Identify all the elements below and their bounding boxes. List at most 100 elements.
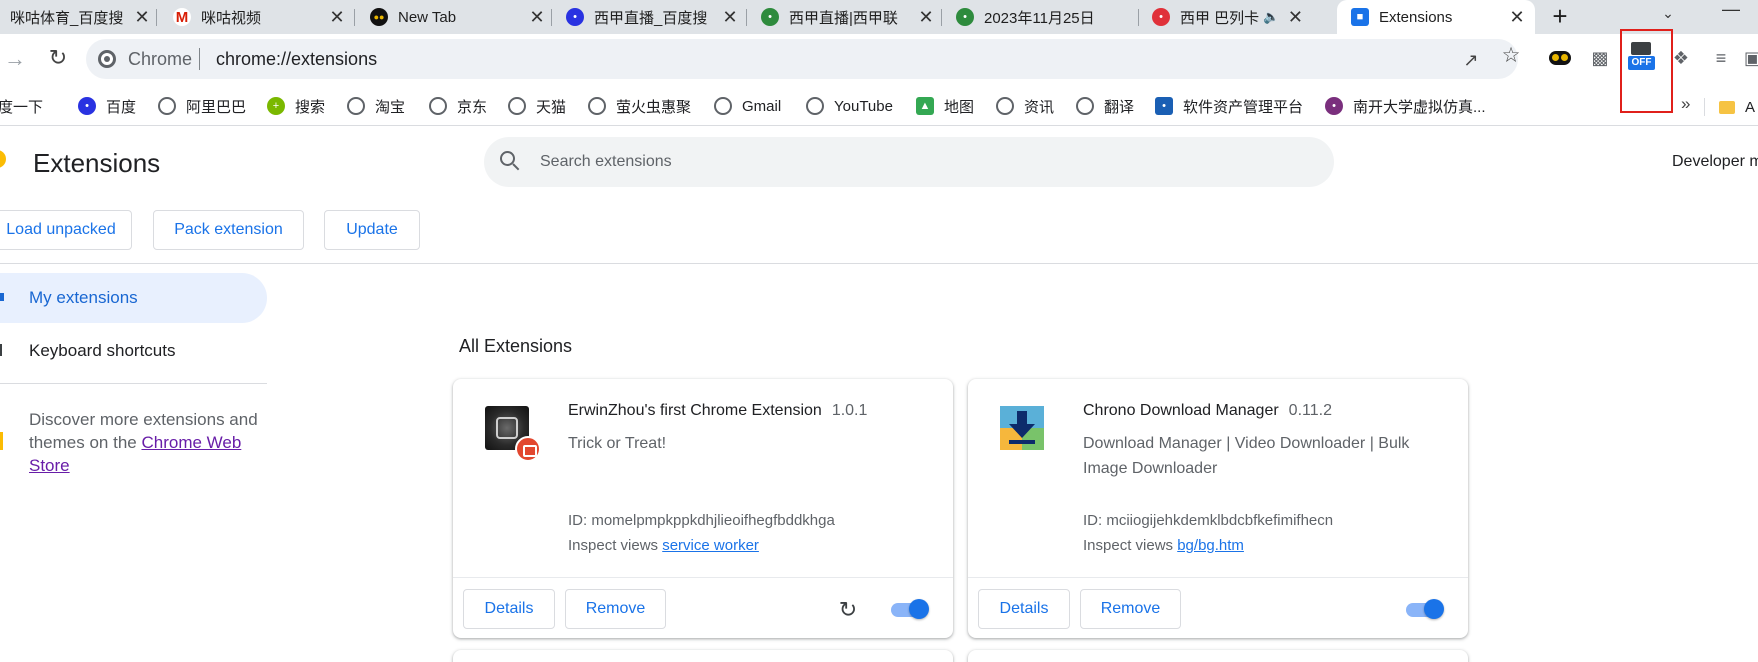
- extension-card: Chrono Download Manager 0.11.2 Download M…: [968, 379, 1468, 638]
- bookmark-software-assets[interactable]: • 软件资产管理平台: [1155, 94, 1303, 118]
- details-button[interactable]: Details: [463, 589, 555, 629]
- share-icon[interactable]: ↗: [1458, 47, 1484, 73]
- site-icon: •: [956, 8, 974, 26]
- tab-laliga-live-search[interactable]: • 西甲直播_百度搜 ✕: [566, 0, 740, 34]
- bookmark-baidu-yixia[interactable]: 百度一下: [0, 94, 43, 118]
- bookmark-gmail[interactable]: Gmail: [714, 94, 781, 118]
- puzzle-icon: ■: [1351, 8, 1369, 26]
- search-bar[interactable]: [484, 137, 1334, 187]
- extension-id: ID: momelpmpkppkdhjlieoifhegfbddkhga: [568, 512, 835, 529]
- site-icon: •: [1152, 8, 1170, 26]
- sidebar-item-keyboard-shortcuts[interactable]: Keyboard shortcuts: [0, 330, 267, 370]
- bookmark-baidu[interactable]: • 百度: [78, 94, 136, 118]
- sidebar-divider: [0, 383, 267, 384]
- load-unpacked-button[interactable]: Load unpacked: [0, 210, 132, 250]
- close-icon[interactable]: ✕: [916, 7, 936, 27]
- bookmark-news[interactable]: 资讯: [996, 94, 1054, 118]
- search-input[interactable]: [540, 150, 1310, 174]
- bookmark-tmall[interactable]: 天猫: [508, 94, 566, 118]
- bookmark-label: 百度: [106, 98, 137, 116]
- tab-migu-sports-search[interactable]: • 咪咕体育_百度搜 ✕: [0, 0, 152, 34]
- bookmark-taobao[interactable]: 淘宝: [347, 94, 405, 118]
- extensions-logo-icon: [0, 150, 6, 168]
- tab-title: 西甲直播|西甲联: [789, 9, 898, 27]
- media-control-icon[interactable]: ≡: [1706, 43, 1736, 73]
- tab-separator: [941, 9, 942, 26]
- minimize-button[interactable]: —: [1716, 0, 1746, 30]
- baidu-icon: •: [566, 8, 584, 26]
- details-button[interactable]: Details: [978, 589, 1070, 629]
- tab-laliga-vallecano[interactable]: • 西甲 巴列卡 🔈 ✕: [1152, 0, 1332, 34]
- sidebar-item-my-extensions[interactable]: My extensions: [0, 273, 267, 323]
- pack-extension-button[interactable]: Pack extension: [153, 210, 304, 250]
- enable-toggle[interactable]: [1404, 599, 1444, 619]
- mask-extension-icon[interactable]: ▩: [1585, 43, 1615, 73]
- extension-title: ErwinZhou's first Chrome Extension: [568, 402, 822, 419]
- tab-extensions[interactable]: ■ Extensions ✕: [1337, 0, 1535, 34]
- forward-arrow-icon[interactable]: →: [4, 45, 32, 73]
- tab-title: New Tab: [398, 8, 457, 26]
- enable-toggle[interactable]: [889, 599, 929, 619]
- software-assets-icon: •: [1155, 97, 1173, 115]
- bookmark-star-icon[interactable]: ☆: [1498, 43, 1524, 69]
- extension-card-partial: [968, 650, 1468, 662]
- close-icon[interactable]: ✕: [527, 7, 547, 27]
- bookmark-label: 资讯: [1024, 98, 1055, 116]
- reload-icon[interactable]: ↻: [44, 44, 72, 72]
- remove-button[interactable]: Remove: [565, 589, 666, 629]
- bookmark-label: 淘宝: [375, 98, 406, 116]
- new-tab-button[interactable]: +: [1544, 0, 1576, 34]
- extension-description: Trick or Treat!: [568, 435, 667, 452]
- bookmark-label: 南开大学虚拟仿真...: [1353, 98, 1486, 116]
- bookmark-label: 搜索: [295, 98, 326, 116]
- chevron-double-right-icon[interactable]: »: [1681, 94, 1690, 114]
- url-text[interactable]: chrome://extensions: [216, 49, 377, 70]
- chevron-down-icon[interactable]: ⌄: [1656, 0, 1680, 30]
- reload-icon[interactable]: ↻: [836, 598, 860, 622]
- bookmark-label: Gmail: [742, 97, 782, 115]
- bookmarks-bar: 百度一下 • 百度 阿里巴巴 + 搜索 淘宝 京东 天猫 萤火虫惠聚 Gmail…: [0, 86, 1758, 126]
- address-bar[interactable]: Chrome chrome://extensions ↗: [86, 39, 1518, 79]
- remove-button[interactable]: Remove: [1080, 589, 1181, 629]
- close-icon[interactable]: ✕: [327, 7, 347, 27]
- bookmark-alibaba[interactable]: 阿里巴巴: [158, 94, 246, 118]
- close-icon[interactable]: ✕: [132, 7, 152, 27]
- tab-2023-nov-25[interactable]: • 2023年11月25日: [956, 0, 1142, 34]
- tab-separator: [354, 9, 355, 26]
- inspect-link[interactable]: bg/bg.htm: [1177, 537, 1244, 554]
- close-icon[interactable]: ✕: [1285, 7, 1305, 27]
- bookmark-translate[interactable]: 翻译: [1076, 94, 1134, 118]
- section-title: All Extensions: [459, 336, 573, 356]
- eyes-icon: ●●: [370, 8, 388, 26]
- close-icon[interactable]: ✕: [1507, 7, 1527, 27]
- speaker-icon[interactable]: 🔈: [1263, 9, 1279, 25]
- bookmark-jd[interactable]: 京东: [429, 94, 487, 118]
- bookmark-nankai[interactable]: • 南开大学虚拟仿真...: [1325, 94, 1486, 118]
- discover-text: Discover more extensions and themes on t…: [29, 408, 269, 477]
- globe-icon: [806, 97, 824, 115]
- tab-laliga-live[interactable]: • 西甲直播|西甲联 ✕: [761, 0, 936, 34]
- extension-icon: [1000, 406, 1056, 462]
- bookmark-firefly[interactable]: 萤火虫惠聚: [588, 94, 691, 118]
- tab-new-tab[interactable]: ●● New Tab ✕: [370, 0, 547, 34]
- bookmark-maps[interactable]: ▲ 地图: [916, 94, 974, 118]
- developer-mode-label[interactable]: Developer mode: [1672, 153, 1758, 171]
- site-label: Chrome: [128, 49, 193, 69]
- globe-icon: [347, 97, 365, 115]
- sidebar-item-label: My extensions: [29, 288, 138, 307]
- bookmark-search[interactable]: + 搜索: [267, 94, 325, 118]
- search-site-icon: +: [267, 97, 285, 115]
- tab-separator: [746, 9, 747, 26]
- eyes-extension-icon[interactable]: [1545, 43, 1575, 73]
- inspect-link[interactable]: service worker: [662, 537, 759, 554]
- close-icon[interactable]: ✕: [720, 7, 740, 27]
- side-panel-icon[interactable]: ▣: [1744, 43, 1758, 73]
- bookmark-folder[interactable]: A: [1719, 96, 1758, 118]
- tab-migu-video[interactable]: M 咪咕视频 ✕: [173, 0, 347, 34]
- tab-separator: [551, 9, 552, 26]
- extension-name: ErwinZhou's first Chrome Extension 1.0.1: [568, 402, 867, 420]
- bookmark-youtube[interactable]: YouTube: [806, 94, 893, 118]
- update-button[interactable]: Update: [324, 210, 420, 250]
- extensions-nav-icon: [0, 293, 4, 301]
- chrome-icon: [98, 50, 116, 68]
